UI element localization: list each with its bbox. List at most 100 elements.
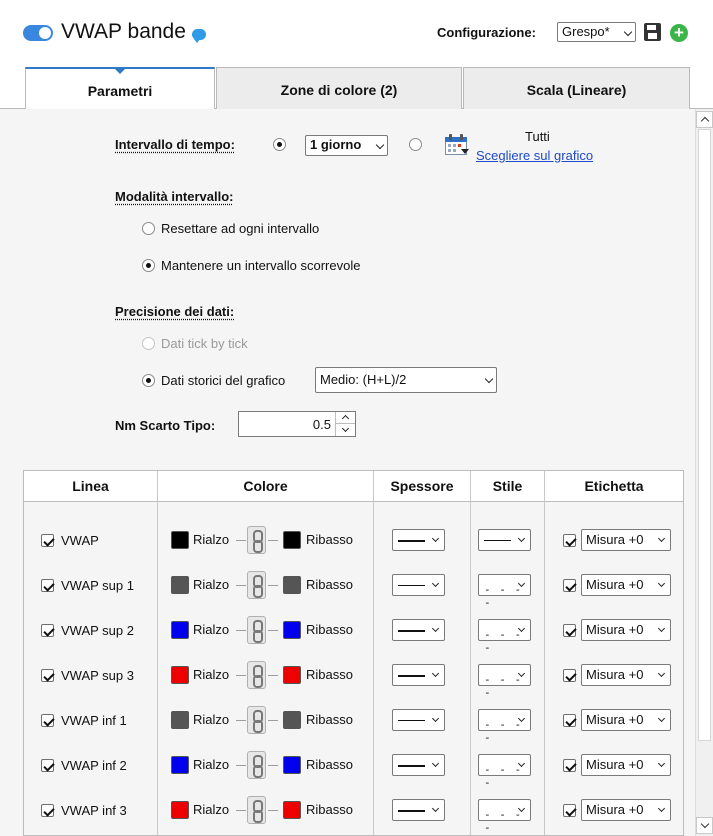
label-visible-checkbox[interactable] [563,534,576,547]
mode-keep-label: Mantenere un intervallo scorrevole [161,258,361,273]
scroll-up-icon[interactable] [696,111,713,128]
down-color-label: Ribasso [306,622,353,637]
choose-on-chart-link[interactable]: Scegliere sul grafico [476,148,593,163]
link-chain-icon[interactable] [247,526,266,554]
link-chain-icon[interactable] [247,571,266,599]
interval-radio-chart[interactable] [409,138,422,151]
label-select[interactable]: Misura +0 [581,664,671,686]
chevron-down-icon [657,534,666,543]
up-color-swatch[interactable] [171,621,189,639]
up-color-swatch[interactable] [171,711,189,729]
label-select[interactable]: Misura +0 [581,574,671,596]
line-thickness-icon [398,540,425,542]
label-select[interactable]: Misura +0 [581,799,671,821]
tab-parametri[interactable]: Parametri [25,67,215,110]
page-title: VWAP bande [61,20,186,43]
stepper-up-icon[interactable] [335,412,355,424]
indicator-toggle[interactable] [23,25,53,41]
up-color-swatch[interactable] [171,666,189,684]
configuration-select[interactable]: Grespo* [557,22,636,42]
mode-radio-keep[interactable] [142,259,155,272]
settings-panel: Intervallo di tempo: 1 giorno Tutti Sceg… [0,109,695,836]
dashed-line-icon: - - - - [484,808,523,834]
precision-radio-historical[interactable] [142,374,155,387]
style-select[interactable]: - - - - [478,574,531,609]
style-select[interactable]: - - - - [478,754,531,789]
label-select[interactable]: Misura +0 [581,529,671,551]
interval-radio-fixed[interactable] [273,138,286,151]
plus-circle-icon[interactable]: + [670,24,688,42]
label-visible-checkbox[interactable] [563,759,576,772]
thickness-select[interactable] [392,709,445,731]
interval-select[interactable]: 1 giorno [305,135,388,156]
link-chain-icon[interactable] [247,751,266,779]
chevron-down-icon [431,804,440,813]
label-visible-checkbox[interactable] [563,624,576,637]
up-color-swatch[interactable] [171,756,189,774]
down-color-swatch[interactable] [283,531,301,549]
line-visible-checkbox[interactable] [41,714,54,727]
label-select[interactable]: Misura +0 [581,754,671,776]
line-visible-checkbox[interactable] [41,624,54,637]
down-color-label: Ribasso [306,802,353,817]
style-select[interactable]: - - - - [478,664,531,699]
tab-scala[interactable]: Scala (Lineare) [463,67,690,109]
style-select[interactable] [478,529,531,551]
up-color-swatch[interactable] [171,576,189,594]
label-select[interactable]: Misura +0 [581,619,671,641]
calendar-icon[interactable] [444,133,470,157]
line-visible-checkbox[interactable] [41,804,54,817]
label-select[interactable]: Misura +0 [581,709,671,731]
std-dev-value: 0.5 [312,417,331,432]
thickness-select[interactable] [392,574,445,596]
link-chain-icon[interactable] [247,706,266,734]
style-select[interactable]: - - - - [478,799,531,834]
label-visible-checkbox[interactable] [563,669,576,682]
thickness-select[interactable] [392,754,445,776]
tab-zone-di-colore[interactable]: Zone di colore (2) [216,67,462,109]
down-color-swatch[interactable] [283,666,301,684]
speech-bubble-icon[interactable] [192,29,206,43]
chevron-down-icon [431,579,440,588]
up-color-swatch[interactable] [171,531,189,549]
scroll-down-icon[interactable] [696,817,713,834]
floppy-disk-icon[interactable] [644,23,661,41]
down-color-swatch[interactable] [283,711,301,729]
chevron-down-icon [657,714,666,723]
down-color-swatch[interactable] [283,576,301,594]
up-color-swatch[interactable] [171,801,189,819]
down-color-label: Ribasso [306,667,353,682]
thickness-select[interactable] [392,799,445,821]
line-visible-checkbox[interactable] [41,669,54,682]
line-visible-checkbox[interactable] [41,579,54,592]
thickness-select[interactable] [392,619,445,641]
style-select[interactable]: - - - - [478,709,531,744]
chevron-down-icon [431,624,440,633]
line-visible-checkbox[interactable] [41,534,54,547]
scrollbar[interactable] [695,109,713,836]
down-color-swatch[interactable] [283,756,301,774]
label-visible-checkbox[interactable] [563,714,576,727]
chevron-down-icon [657,669,666,678]
dashed-line-icon: - - - - [484,583,523,609]
thickness-select[interactable] [392,664,445,686]
link-chain-icon[interactable] [247,661,266,689]
down-color-swatch[interactable] [283,801,301,819]
link-chain-icon[interactable] [247,796,266,824]
precision-select[interactable]: Medio: (H+L)/2 [315,367,497,393]
style-select[interactable]: - - - - [478,619,531,654]
chevron-down-icon [431,714,440,723]
down-color-swatch[interactable] [283,621,301,639]
scrollbar-thumb[interactable] [698,129,711,741]
line-thickness-icon [398,810,425,812]
mode-radio-reset[interactable] [142,222,155,235]
thickness-select[interactable] [392,529,445,551]
std-dev-stepper[interactable]: 0.5 [238,411,356,437]
down-color-label: Ribasso [306,532,353,547]
stepper-down-icon[interactable] [335,424,355,436]
line-visible-checkbox[interactable] [41,759,54,772]
label-visible-checkbox[interactable] [563,804,576,817]
header-etichetta: Etichetta [584,478,644,494]
link-chain-icon[interactable] [247,616,266,644]
label-visible-checkbox[interactable] [563,579,576,592]
